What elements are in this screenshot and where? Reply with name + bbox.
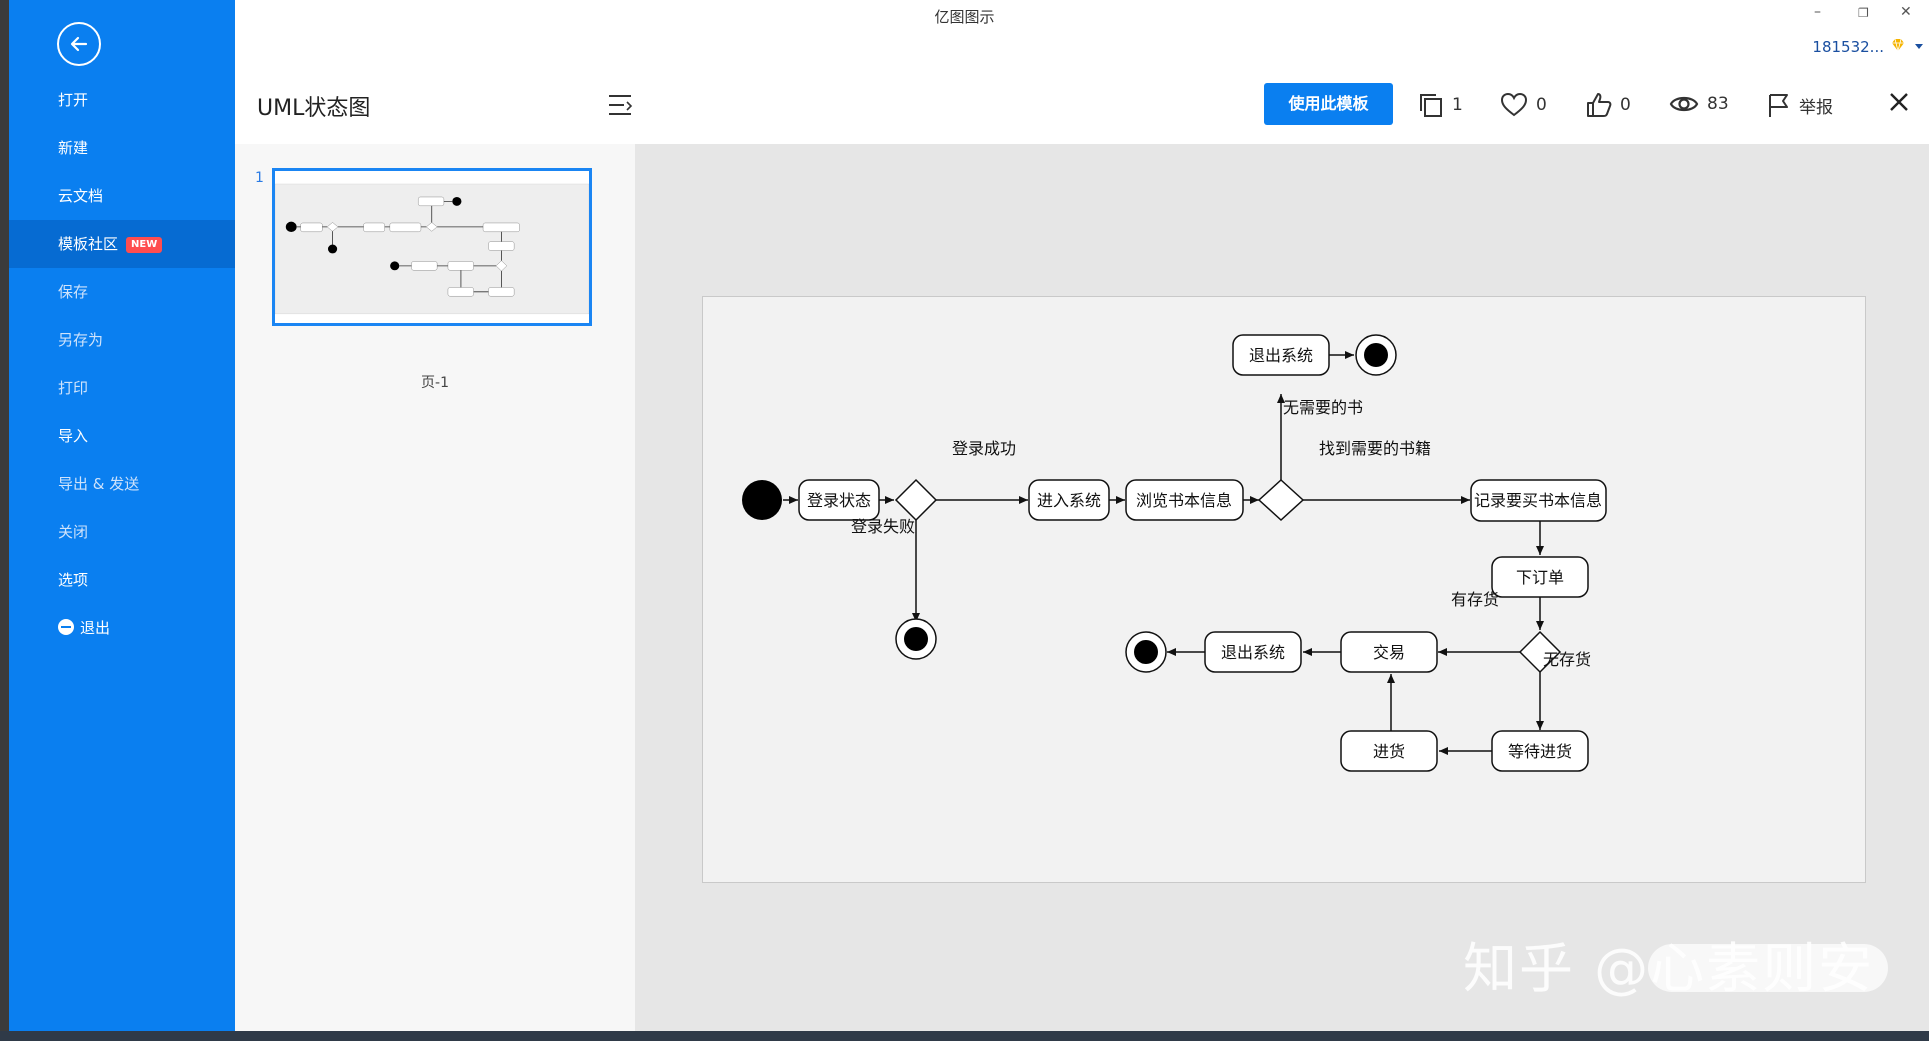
state-wait-label: 等待进货 bbox=[1508, 742, 1572, 761]
menu-cloud-docs[interactable]: 云文档 bbox=[9, 172, 235, 220]
menu-options[interactable]: 选项 bbox=[9, 556, 235, 604]
page-number: 1 bbox=[255, 170, 264, 186]
watermark-text: 知乎 @心素则安 bbox=[1463, 937, 1875, 1000]
state-exit-top-label: 退出系统 bbox=[1249, 346, 1313, 365]
user-account[interactable]: 181532... bbox=[1812, 38, 1884, 56]
menu-export-send[interactable]: 导出 & 发送 bbox=[9, 460, 235, 508]
menu-label: 退出 bbox=[80, 619, 111, 637]
use-template-button[interactable]: 使用此模板 bbox=[1264, 83, 1393, 125]
app-title: 亿图图示 bbox=[934, 8, 995, 26]
file-sidebar: 打开 新建 云文档 模板社区 NEW 保存 另存为 打印 导入 导出 & 发送 关… bbox=[9, 0, 235, 1031]
page-title: UML状态图 bbox=[257, 96, 371, 121]
menu-print[interactable]: 打印 bbox=[9, 364, 235, 412]
minimize-button[interactable]: – bbox=[1814, 4, 1821, 20]
transition-out-of-stock: 无存货 bbox=[1543, 650, 1591, 669]
menu-label: 打印 bbox=[58, 379, 89, 397]
state-trade-label: 交易 bbox=[1373, 643, 1405, 662]
favorite-count: 0 bbox=[1536, 95, 1547, 115]
window-edge bbox=[0, 0, 9, 1041]
state-order-label: 下订单 bbox=[1516, 568, 1564, 587]
restore-button[interactable]: ❐ bbox=[1858, 6, 1869, 20]
transition-login-failed: 登录失败 bbox=[851, 517, 915, 536]
menu-label: 关闭 bbox=[58, 523, 89, 541]
views-count: 83 bbox=[1707, 94, 1729, 114]
copies-count: 1 bbox=[1452, 95, 1463, 115]
menu-label: 另存为 bbox=[58, 331, 104, 349]
state-exit-bottom-label: 退出系统 bbox=[1221, 643, 1285, 662]
menu-import[interactable]: 导入 bbox=[9, 412, 235, 460]
thumbnail-preview bbox=[274, 183, 590, 315]
arrow-left-icon bbox=[70, 36, 88, 52]
decision-login bbox=[894, 478, 938, 522]
report-button[interactable]: 举报 bbox=[1767, 92, 1833, 118]
favorite-stat[interactable]: 0 bbox=[1500, 92, 1547, 118]
flag-icon bbox=[1769, 94, 1788, 117]
menu-label: 新建 bbox=[58, 139, 89, 157]
menu-save-as[interactable]: 另存为 bbox=[9, 316, 235, 364]
diagram-svg: 登录状态 进入系统 浏览书本信息 退出系统 记录要买书本信息 下订单 交易 退出… bbox=[742, 334, 1607, 772]
os-taskbar bbox=[0, 1031, 1929, 1041]
state-enter-label: 进入系统 bbox=[1037, 491, 1101, 510]
report-label: 举报 bbox=[1799, 97, 1833, 118]
copy-icon bbox=[1420, 94, 1442, 117]
menu-label: 保存 bbox=[58, 283, 89, 301]
menu-close[interactable]: 关闭 bbox=[9, 508, 235, 556]
page-thumbnail[interactable] bbox=[272, 168, 592, 326]
transition-login-success: 登录成功 bbox=[952, 439, 1016, 458]
state-browse-label: 浏览书本信息 bbox=[1136, 491, 1232, 510]
menu-new[interactable]: 新建 bbox=[9, 124, 235, 172]
new-badge: NEW bbox=[126, 237, 163, 253]
page-thumbnails-panel: 1 页-1 bbox=[235, 144, 635, 1031]
menu-label: 选项 bbox=[58, 571, 89, 589]
close-icon[interactable] bbox=[1887, 90, 1911, 114]
page-label: 页-1 bbox=[421, 375, 449, 391]
views-stat: 83 bbox=[1669, 92, 1729, 116]
heart-icon bbox=[1500, 92, 1528, 117]
menu-save[interactable]: 保存 bbox=[9, 268, 235, 316]
template-toolbar: UML状态图 使用此模板 1 0 0 83 举报 bbox=[235, 68, 1929, 144]
outline-menu-icon[interactable] bbox=[607, 92, 633, 118]
menu-exit[interactable]: 退出 bbox=[9, 604, 235, 652]
initial-state bbox=[742, 480, 782, 520]
back-button[interactable] bbox=[57, 22, 101, 66]
file-menu: 打开 新建 云文档 模板社区 NEW 保存 另存为 打印 导入 导出 & 发送 关… bbox=[9, 76, 235, 652]
close-window-button[interactable]: ✕ bbox=[1900, 4, 1912, 20]
copies-stat[interactable]: 1 bbox=[1418, 92, 1463, 118]
exit-icon bbox=[58, 619, 74, 635]
canvas-area: 登录状态 进入系统 浏览书本信息 退出系统 记录要买书本信息 下订单 交易 退出… bbox=[635, 144, 1929, 1031]
menu-label: 打开 bbox=[58, 91, 89, 109]
menu-label: 导出 & 发送 bbox=[58, 475, 140, 493]
menu-label: 云文档 bbox=[58, 187, 104, 205]
transition-no-book: 无需要的书 bbox=[1283, 398, 1363, 417]
like-count: 0 bbox=[1620, 95, 1631, 115]
transition-in-stock: 有存货 bbox=[1451, 590, 1499, 609]
menu-label: 导入 bbox=[58, 427, 89, 445]
transition-found-book: 找到需要的书籍 bbox=[1319, 439, 1431, 458]
menu-open[interactable]: 打开 bbox=[9, 76, 235, 124]
menu-label: 模板社区 bbox=[58, 235, 119, 253]
decision-book bbox=[1257, 478, 1305, 522]
uml-state-diagram[interactable]: 登录状态 进入系统 浏览书本信息 退出系统 记录要买书本信息 下订单 交易 退出… bbox=[702, 296, 1866, 883]
state-login-label: 登录状态 bbox=[807, 491, 871, 510]
chevron-down-icon[interactable] bbox=[1915, 44, 1923, 50]
state-record-label: 记录要买书本信息 bbox=[1474, 491, 1602, 510]
thumbs-up-icon bbox=[1587, 93, 1612, 117]
state-stock-in-label: 进货 bbox=[1373, 742, 1405, 761]
like-stat[interactable]: 0 bbox=[1586, 92, 1631, 118]
menu-template-community[interactable]: 模板社区 NEW bbox=[9, 220, 235, 268]
eye-icon bbox=[1669, 96, 1699, 112]
vip-diamond-icon[interactable] bbox=[1890, 37, 1906, 53]
